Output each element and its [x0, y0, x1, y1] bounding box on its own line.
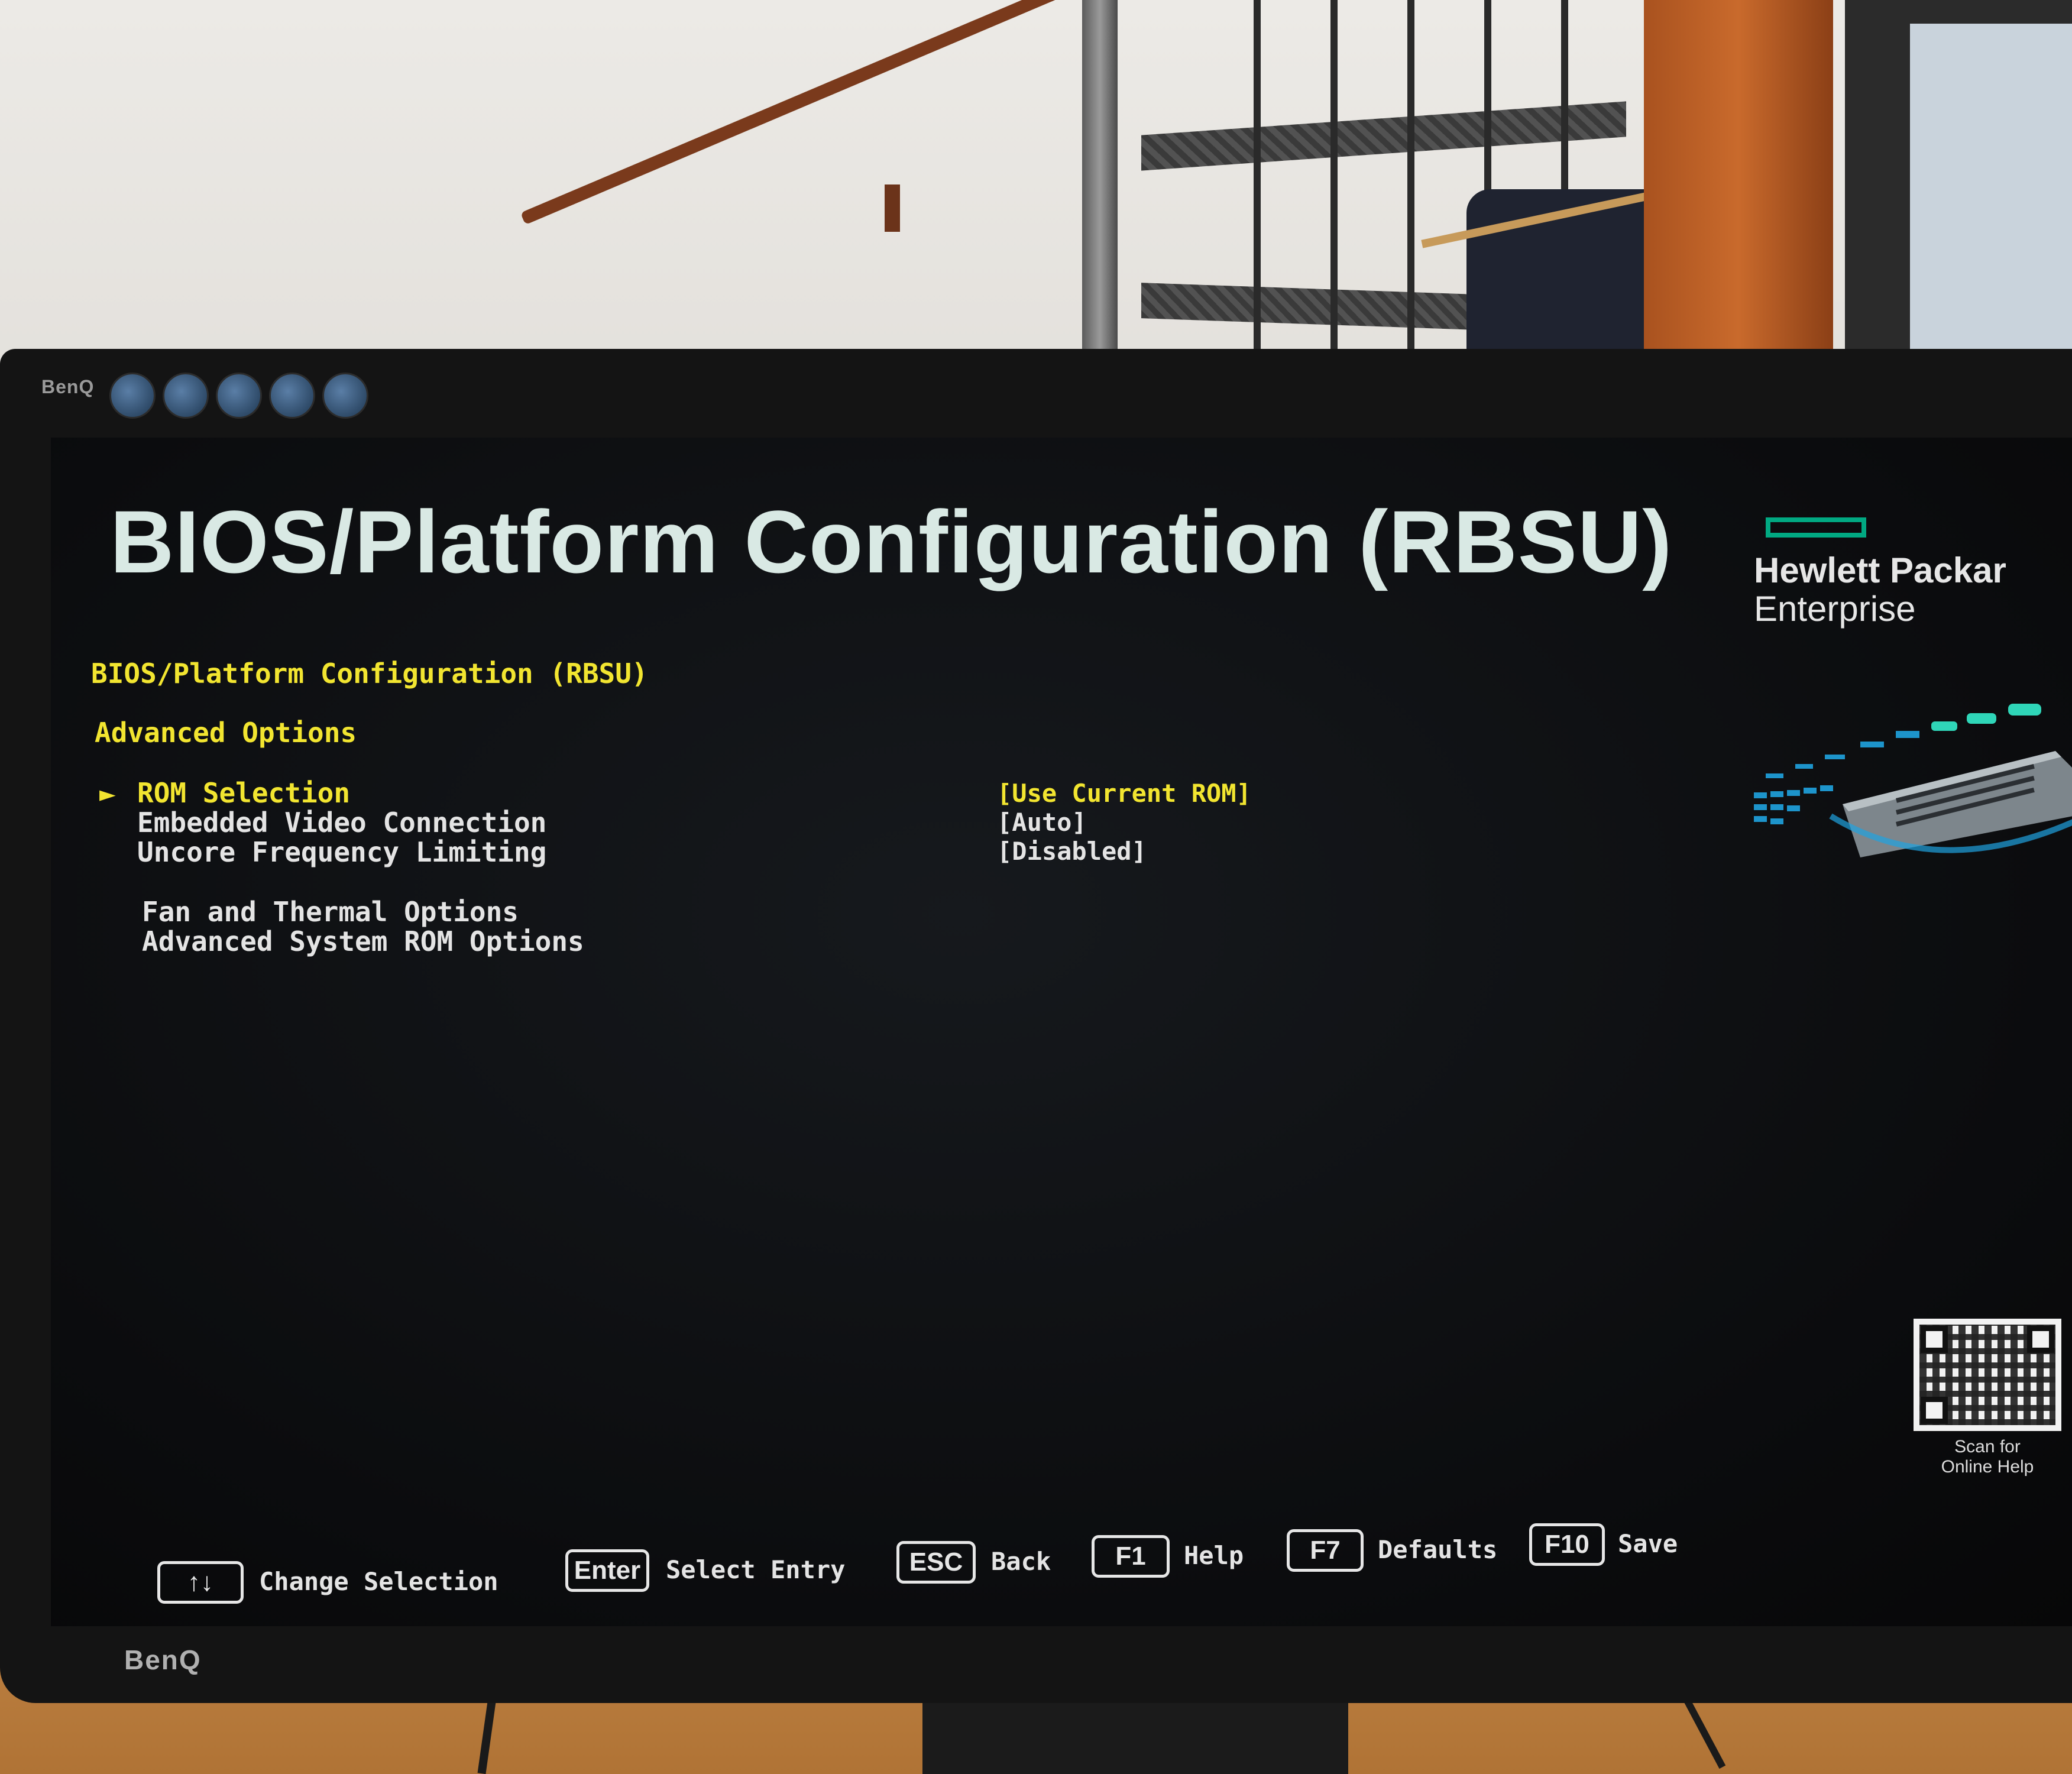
hpe-logo-text-line1: Hewlett Packar	[1754, 551, 2006, 590]
qr-finder-icon	[2027, 1326, 2054, 1353]
menu-value-embedded-video-connection[interactable]: [Auto]	[997, 808, 1087, 837]
submenu-fan-and-thermal-options[interactable]: Fan and Thermal Options	[142, 896, 519, 928]
qr-caption: Scan for Online Help	[1914, 1437, 2061, 1477]
menu-value-rom-selection[interactable]: [Use Current ROM]	[997, 779, 1251, 808]
breadcrumb: BIOS/Platform Configuration (RBSU)	[91, 658, 648, 689]
osd-button-icon[interactable]	[216, 373, 262, 419]
hpe-logo-icon	[1766, 517, 1866, 538]
footer-label-change-selection: Change Selection	[259, 1567, 498, 1596]
osd-button-icon[interactable]	[322, 373, 368, 419]
footer-label-defaults: Defaults	[1378, 1535, 1498, 1564]
footer-label-help: Help	[1184, 1541, 1244, 1570]
monitor-brand-bottom: BenQ	[124, 1644, 202, 1675]
footer-label-select-entry: Select Entry	[666, 1555, 846, 1584]
handrail-bracket	[885, 184, 900, 232]
arrow-keys-icon[interactable]: ↑↓	[157, 1561, 244, 1604]
osd-button-icon[interactable]	[109, 373, 156, 419]
qr-caption-line1: Scan for	[1954, 1437, 2021, 1456]
menu-item-uncore-frequency-limiting[interactable]: Uncore Frequency Limiting	[137, 836, 546, 868]
enter-key-icon[interactable]: Enter	[565, 1549, 649, 1592]
f10-key-icon[interactable]: F10	[1529, 1523, 1605, 1566]
osd-button-icon[interactable]	[269, 373, 315, 419]
f1-key-icon[interactable]: F1	[1092, 1535, 1170, 1578]
qr-finder-icon	[1921, 1326, 1948, 1353]
bios-screen: BIOS/Platform Configuration (RBSU) Hewle…	[51, 438, 2072, 1626]
monitor-brand-top: BenQ	[41, 376, 95, 397]
menu-item-rom-selection[interactable]: ROM Selection	[137, 777, 350, 809]
door-glass	[1910, 24, 2072, 402]
hpe-logo-text-line2: Enterprise	[1754, 589, 1916, 629]
selection-cursor-icon: ►	[99, 782, 116, 807]
footer-label-save: Save	[1618, 1529, 1678, 1558]
esc-key-icon[interactable]: ESC	[896, 1541, 976, 1584]
server-illustration-icon	[1754, 704, 2072, 857]
submenu-advanced-system-rom-options[interactable]: Advanced System ROM Options	[142, 925, 584, 957]
f7-key-icon[interactable]: F7	[1287, 1529, 1364, 1572]
page-title: BIOS/Platform Configuration (RBSU)	[110, 492, 1673, 591]
osd-button-icon[interactable]	[163, 373, 209, 419]
menu-value-uncore-frequency-limiting[interactable]: [Disabled]	[997, 837, 1147, 866]
section-heading: Advanced Options	[95, 717, 357, 749]
menu-item-embedded-video-connection[interactable]: Embedded Video Connection	[137, 807, 546, 839]
footer-label-back: Back	[991, 1547, 1051, 1576]
qr-caption-line2: Online Help	[1941, 1457, 2034, 1477]
qr-finder-icon	[1921, 1397, 1948, 1424]
